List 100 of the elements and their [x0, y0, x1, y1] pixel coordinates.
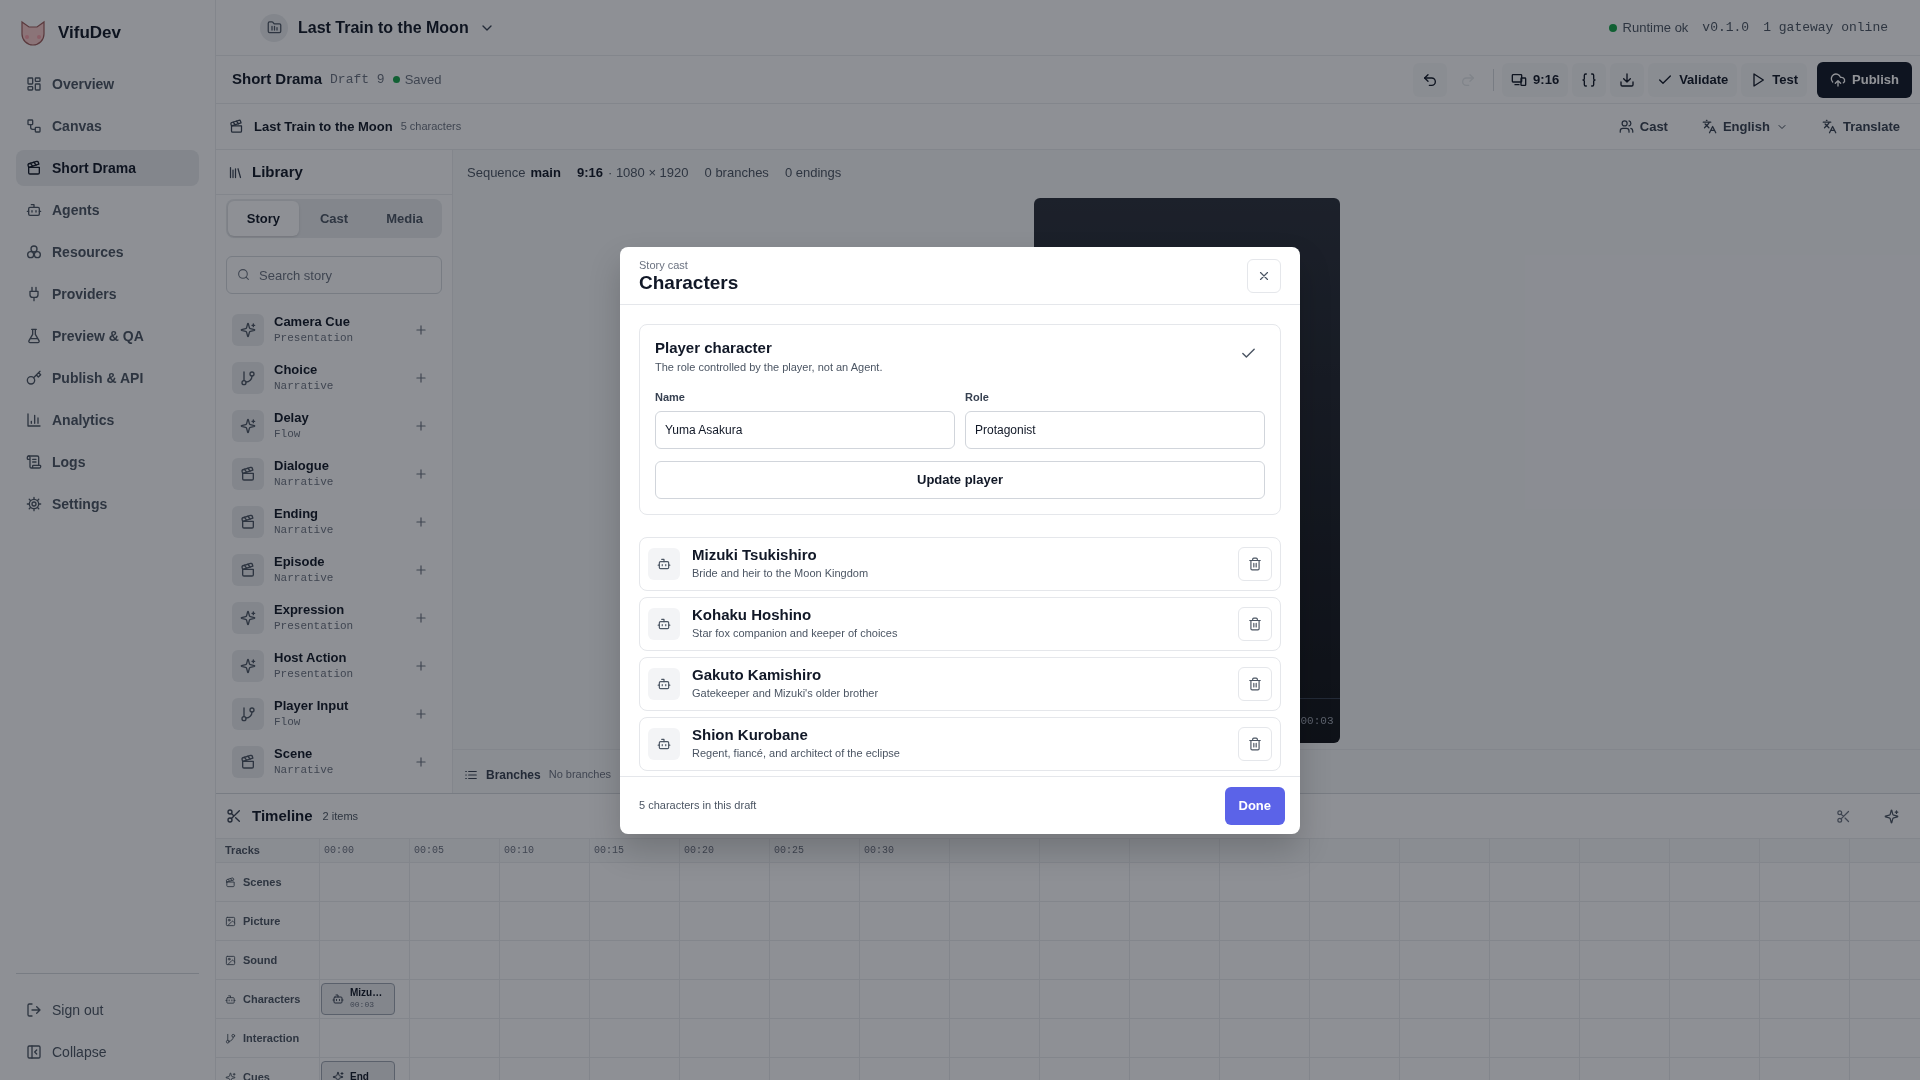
delete-button[interactable]: [1238, 667, 1272, 701]
plus-icon: [414, 515, 428, 529]
track-label: Cues: [243, 1069, 270, 1080]
nav-item[interactable]: Canvas: [16, 108, 199, 144]
grid-icon: [26, 76, 42, 92]
undo-icon: [1422, 71, 1439, 88]
character-count: 5 characters: [400, 119, 462, 135]
search-field[interactable]: Search story: [226, 256, 442, 294]
sequence-name: main: [530, 164, 561, 183]
player-title: Player character: [655, 339, 773, 357]
library-item[interactable]: Delay Flow: [226, 402, 442, 450]
sparkles-icon: [240, 418, 256, 434]
item-name: Expression: [274, 602, 346, 618]
name-field[interactable]: Yuma Asakura: [655, 411, 955, 449]
library-item[interactable]: Dialogue Narrative: [226, 450, 442, 498]
item-category: Presentation: [274, 667, 355, 682]
toolbar-button[interactable]: Test: [1741, 62, 1808, 97]
toolbar-button[interactable]: Validate: [1648, 62, 1738, 97]
library-title: Library: [252, 161, 303, 182]
plus-icon: [414, 755, 428, 769]
nav-item[interactable]: Providers: [16, 276, 199, 312]
time-tick: 00:20: [684, 844, 714, 858]
draft-summary: 5 characters in this draft: [639, 798, 758, 814]
library-item[interactable]: Episode Narrative: [226, 546, 442, 594]
time-tick: 00:10: [504, 844, 534, 858]
done-button[interactable]: Done: [1224, 786, 1285, 825]
publish-button[interactable]: Publish: [1817, 61, 1912, 98]
app-name: VifuDev: [58, 22, 121, 45]
save-status: Saved: [404, 70, 442, 89]
gateway-status: 1 gateway online: [1763, 18, 1888, 37]
key-icon: [26, 370, 42, 386]
library-item[interactable]: Choice Narrative: [226, 354, 442, 402]
nodes-icon: [26, 118, 42, 134]
toolbar-button[interactable]: 9:16: [1502, 62, 1569, 97]
track-label: Characters: [243, 991, 301, 1007]
item-name: Host Action: [274, 650, 348, 666]
role-field[interactable]: Protagonist: [965, 411, 1265, 449]
branch-icon: [240, 706, 256, 722]
nav-item[interactable]: Publish & API: [16, 360, 199, 396]
character-description: Gatekeeper and Mizuki's older brother: [692, 686, 880, 701]
sparkles-icon: [240, 658, 256, 674]
plus-icon: [414, 419, 428, 433]
tracks-label: Tracks: [225, 843, 260, 859]
nav-item[interactable]: Collapse: [16, 1034, 199, 1070]
library-tab[interactable]: Media: [369, 201, 440, 236]
nav-item[interactable]: Agents: [16, 192, 199, 228]
translate-icon: [1701, 119, 1717, 134]
preview-time: 00:03: [1300, 713, 1334, 729]
library-tab[interactable]: Cast: [298, 201, 370, 236]
sparkles-icon: [240, 610, 256, 626]
nav-item[interactable]: Preview & QA: [16, 318, 199, 354]
clapperboard-icon: [225, 876, 236, 888]
nav-item[interactable]: Sign out: [16, 992, 199, 1028]
update-player-button[interactable]: Update player: [655, 461, 1265, 499]
library-item[interactable]: Scene Narrative: [226, 738, 442, 786]
delete-button[interactable]: [1238, 547, 1272, 581]
delete-button[interactable]: [1238, 607, 1272, 641]
nav-item[interactable]: Settings: [16, 486, 199, 522]
translate-button[interactable]: Translate: [1813, 111, 1908, 142]
folder-icon: [266, 20, 282, 35]
library-item[interactable]: Expression Presentation: [226, 594, 442, 642]
item-name: Camera Cue: [274, 314, 351, 330]
robot-icon: [26, 202, 42, 218]
nav-item[interactable]: Analytics: [16, 402, 199, 438]
library-item[interactable]: Ending Narrative: [226, 498, 442, 546]
nav-item[interactable]: Short Drama: [16, 150, 199, 186]
cast-button[interactable]: Cast: [1610, 111, 1676, 142]
item-name: Delay: [274, 410, 310, 426]
time-tick: 00:15: [594, 844, 624, 858]
language-select[interactable]: English: [1693, 111, 1796, 142]
plus-icon: [414, 611, 428, 625]
branch-count: 0 branches: [704, 164, 769, 183]
robot-icon: [657, 677, 671, 691]
undo-button[interactable]: [1413, 62, 1448, 97]
time-tick: 00:25: [774, 844, 804, 858]
item-category: Narrative: [274, 379, 335, 394]
dialog-title: Characters: [639, 271, 740, 294]
trash-icon: [1248, 617, 1262, 631]
library-item[interactable]: Host Action Presentation: [226, 642, 442, 690]
timeline-count: 2 items: [322, 808, 359, 824]
library-item[interactable]: Camera Cue Presentation: [226, 306, 442, 354]
nav-item[interactable]: Resources: [16, 234, 199, 270]
scroll-icon: [26, 454, 42, 470]
item-name: Scene: [274, 746, 314, 762]
delete-button[interactable]: [1238, 727, 1272, 761]
project-button[interactable]: Last Train to the Moon: [260, 13, 495, 42]
nav-item[interactable]: Logs: [16, 444, 199, 480]
library-item[interactable]: Player Input Flow: [226, 690, 442, 738]
timeline-clip[interactable]: Mizu… 00:03: [321, 983, 395, 1015]
scissors-icon: [226, 808, 242, 824]
timeline-clip[interactable]: End: [321, 1061, 395, 1080]
braces-button[interactable]: [1572, 62, 1607, 97]
plus-icon: [414, 323, 428, 337]
item-name: Choice: [274, 362, 319, 378]
nav-item[interactable]: Overview: [16, 66, 199, 102]
item-category: Narrative: [274, 475, 335, 490]
download-button[interactable]: [1610, 62, 1645, 97]
resolution-label: · 1080 × 1920: [607, 164, 689, 183]
library-tab[interactable]: Story: [228, 201, 299, 236]
item-name: Dialogue: [274, 458, 330, 474]
